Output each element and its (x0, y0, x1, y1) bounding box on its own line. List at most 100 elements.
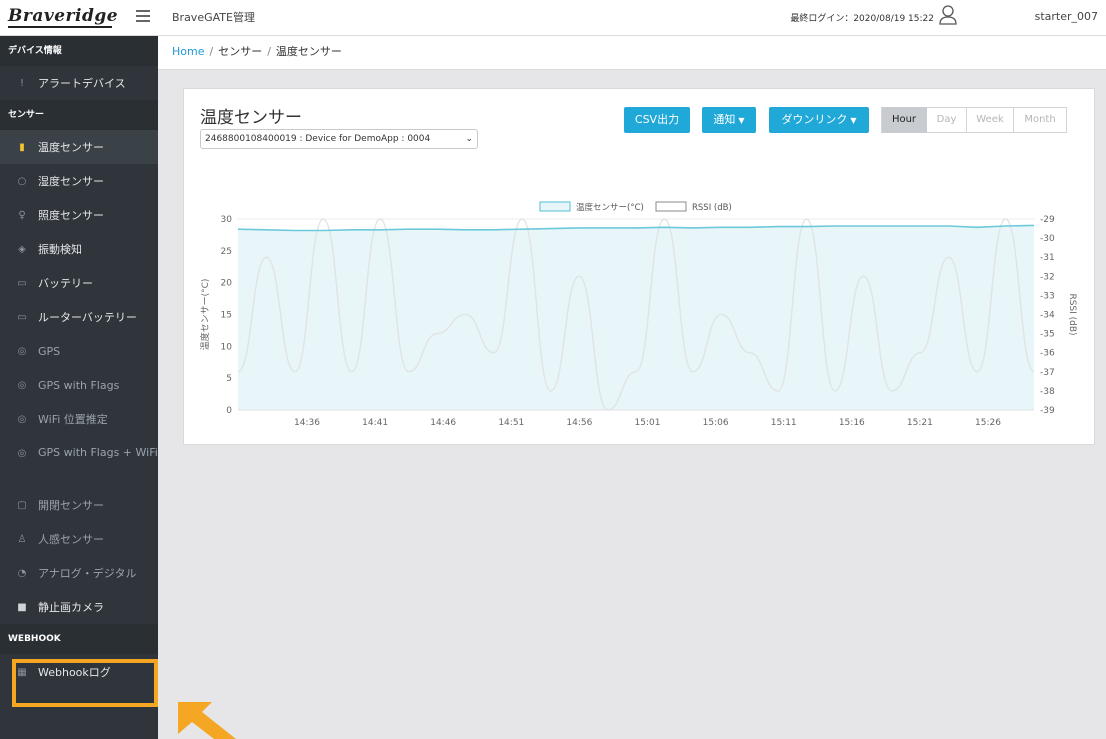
chevron-down-icon: ⌄ (465, 134, 473, 144)
range-day-button[interactable]: Day (927, 107, 967, 133)
caret-down-icon: ▼ (850, 116, 857, 125)
y-left-tick-label: 5 (226, 374, 232, 384)
thermometer-icon: ▮ (19, 141, 25, 153)
username[interactable]: starter_007 (964, 10, 1098, 23)
sensor-card: 温度センサー 2468800108400019 : Device for Dem… (183, 88, 1095, 445)
legend-label-rssi: RSSI (dB) (692, 203, 732, 213)
breadcrumb-separator: / (209, 45, 214, 58)
droplet-icon: ○ (17, 175, 27, 187)
sidebar-item-label: 湿度センサー (38, 175, 104, 188)
location-pin-icon: ◎ (17, 413, 27, 425)
sidebar-item-temperature[interactable]: ▮ 温度センサー (0, 130, 158, 164)
x-tick-label: 15:21 (907, 418, 933, 428)
gauge-icon: ◔ (17, 567, 27, 579)
sidebar-item-gps-flags[interactable]: ◎ GPS with Flags (0, 368, 158, 402)
x-tick-label: 15:26 (975, 418, 1001, 428)
camera-icon: ■ (17, 601, 27, 613)
sidebar-item-webhook-log[interactable]: ▦ Webhookログ (0, 654, 158, 690)
notify-dropdown-button[interactable]: 通知 ▼ (702, 107, 756, 133)
sidebar-item-gps-flags-wifi[interactable]: ◎ GPS with Flags + WiFi (0, 436, 158, 488)
sidebar-item-motion[interactable]: ♙ 人感センサー (0, 522, 158, 556)
sidebar-item-gps[interactable]: ◎ GPS (0, 334, 158, 368)
sidebar-item-label: 温度センサー (38, 141, 104, 154)
y-right-tick-label: -38 (1040, 387, 1055, 397)
x-tick-label: 14:41 (362, 418, 388, 428)
breadcrumb: Home / センサー / 温度センサー (158, 36, 1106, 70)
sidebar-item-battery[interactable]: ▭ バッテリー (0, 266, 158, 300)
downlink-button-label: ダウンリンク (781, 113, 848, 126)
range-week-button[interactable]: Week (967, 107, 1014, 133)
location-pin-icon: ◎ (17, 345, 27, 357)
sidebar-item-vibration[interactable]: ◈ 振動検知 (0, 232, 158, 266)
range-hour-button[interactable]: Hour (881, 107, 927, 133)
location-pin-icon: ◎ (17, 379, 27, 391)
app-title: BraveGATE管理 (172, 11, 255, 24)
battery-icon: ▭ (17, 277, 27, 289)
legend-swatch-rssi (655, 201, 687, 212)
x-tick-label: 14:46 (430, 418, 456, 428)
sidebar-item-label: GPS (38, 344, 61, 358)
x-tick-label: 14:56 (566, 418, 592, 428)
legend-label-temperature: 温度センサー(°C) (576, 202, 644, 213)
sidebar-item-analog-digital[interactable]: ◔ アナログ・デジタル (0, 556, 158, 590)
y-right-tick-label: -29 (1040, 215, 1055, 225)
sidebar-item-label: GPS with Flags (38, 378, 120, 392)
exclamation-icon: ! (19, 77, 24, 89)
legend-swatch-temperature (539, 201, 571, 212)
last-login-text: 最終ログイン：2020/08/19 15:22 (790, 14, 934, 24)
table-icon: ▦ (17, 666, 27, 678)
pointer-arrow-icon (178, 702, 236, 739)
hamburger-menu-icon[interactable] (136, 10, 150, 22)
sidebar-item-camera[interactable]: ■ 静止画カメラ (0, 590, 158, 624)
sidebar-item-open-close[interactable]: ▢ 開閉センサー (0, 488, 158, 522)
sidebar-item-label: アラートデバイス (38, 77, 126, 90)
x-tick-label: 15:16 (839, 418, 865, 428)
x-tick-label: 15:01 (635, 418, 661, 428)
y-left-tick-label: 15 (221, 311, 232, 321)
sidebar-item-label: 人感センサー (38, 533, 104, 546)
y-left-tick-label: 0 (226, 406, 232, 416)
logo-underline (8, 26, 112, 28)
x-tick-label: 15:06 (703, 418, 729, 428)
sidebar-item-label: 振動検知 (38, 243, 82, 256)
person-icon: ♙ (17, 533, 27, 545)
y-left-axis-title: 温度センサー(°C) (199, 279, 211, 351)
sidebar-section-webhook: WEBHOOK (0, 624, 158, 654)
breadcrumb-home[interactable]: Home (172, 45, 204, 58)
sidebar: デバイス情報 ! アラートデバイス センサー ▮ 温度センサー ○ 湿度センサー… (0, 36, 158, 739)
user-icon[interactable] (938, 4, 958, 26)
sidebar-item-alert-devices[interactable]: ! アラートデバイス (0, 66, 158, 100)
y-right-tick-label: -39 (1040, 406, 1055, 416)
caret-down-icon: ▼ (738, 116, 745, 125)
sidebar-section-sensor: センサー (0, 100, 158, 130)
notify-button-label: 通知 (713, 113, 736, 126)
y-right-tick-label: -33 (1040, 291, 1055, 301)
device-select[interactable]: 2468800108400019 : Device for DemoApp : … (200, 129, 478, 149)
sidebar-item-label: ルーターバッテリー (38, 311, 137, 324)
csv-export-button[interactable]: CSV出力 (624, 107, 690, 133)
y-left-tick-label: 30 (221, 215, 233, 225)
breadcrumb-current: 温度センサー (275, 45, 342, 58)
page-title: 温度センサー (200, 108, 302, 128)
y-right-tick-label: -30 (1040, 234, 1055, 244)
temperature-chart: 0 5 10 15 20 25 30 -29 -30 -31 -32 -33 -34 -35 -36 -37 -… (199, 201, 1077, 428)
x-tick-label: 14:51 (498, 418, 524, 428)
y-right-tick-label: -37 (1040, 368, 1055, 378)
breadcrumb-sensor[interactable]: センサー (218, 45, 262, 58)
temperature-area (238, 225, 1034, 410)
sidebar-item-router-battery[interactable]: ▭ ルーターバッテリー (0, 300, 158, 334)
range-month-button[interactable]: Month (1014, 107, 1067, 133)
downlink-dropdown-button[interactable]: ダウンリンク ▼ (769, 107, 869, 133)
lightbulb-icon: ♀ (18, 209, 26, 221)
battery-icon: ▭ (17, 311, 27, 323)
brand-logo[interactable]: Braveridge (8, 6, 118, 26)
sidebar-item-label: 照度センサー (38, 209, 104, 222)
y-right-tick-label: -32 (1040, 272, 1055, 282)
sidebar-item-wifi-location[interactable]: ◎ WiFi 位置推定 (0, 402, 158, 436)
sidebar-item-illuminance[interactable]: ♀ 照度センサー (0, 198, 158, 232)
device-select-value: 2468800108400019 : Device for DemoApp : … (205, 134, 431, 144)
y-right-axis-title: RSSI (dB) (1067, 293, 1077, 335)
time-range-selector: Hour Day Week Month (881, 107, 1067, 133)
location-pin-icon: ◎ (17, 448, 27, 459)
sidebar-item-humidity[interactable]: ○ 湿度センサー (0, 164, 158, 198)
